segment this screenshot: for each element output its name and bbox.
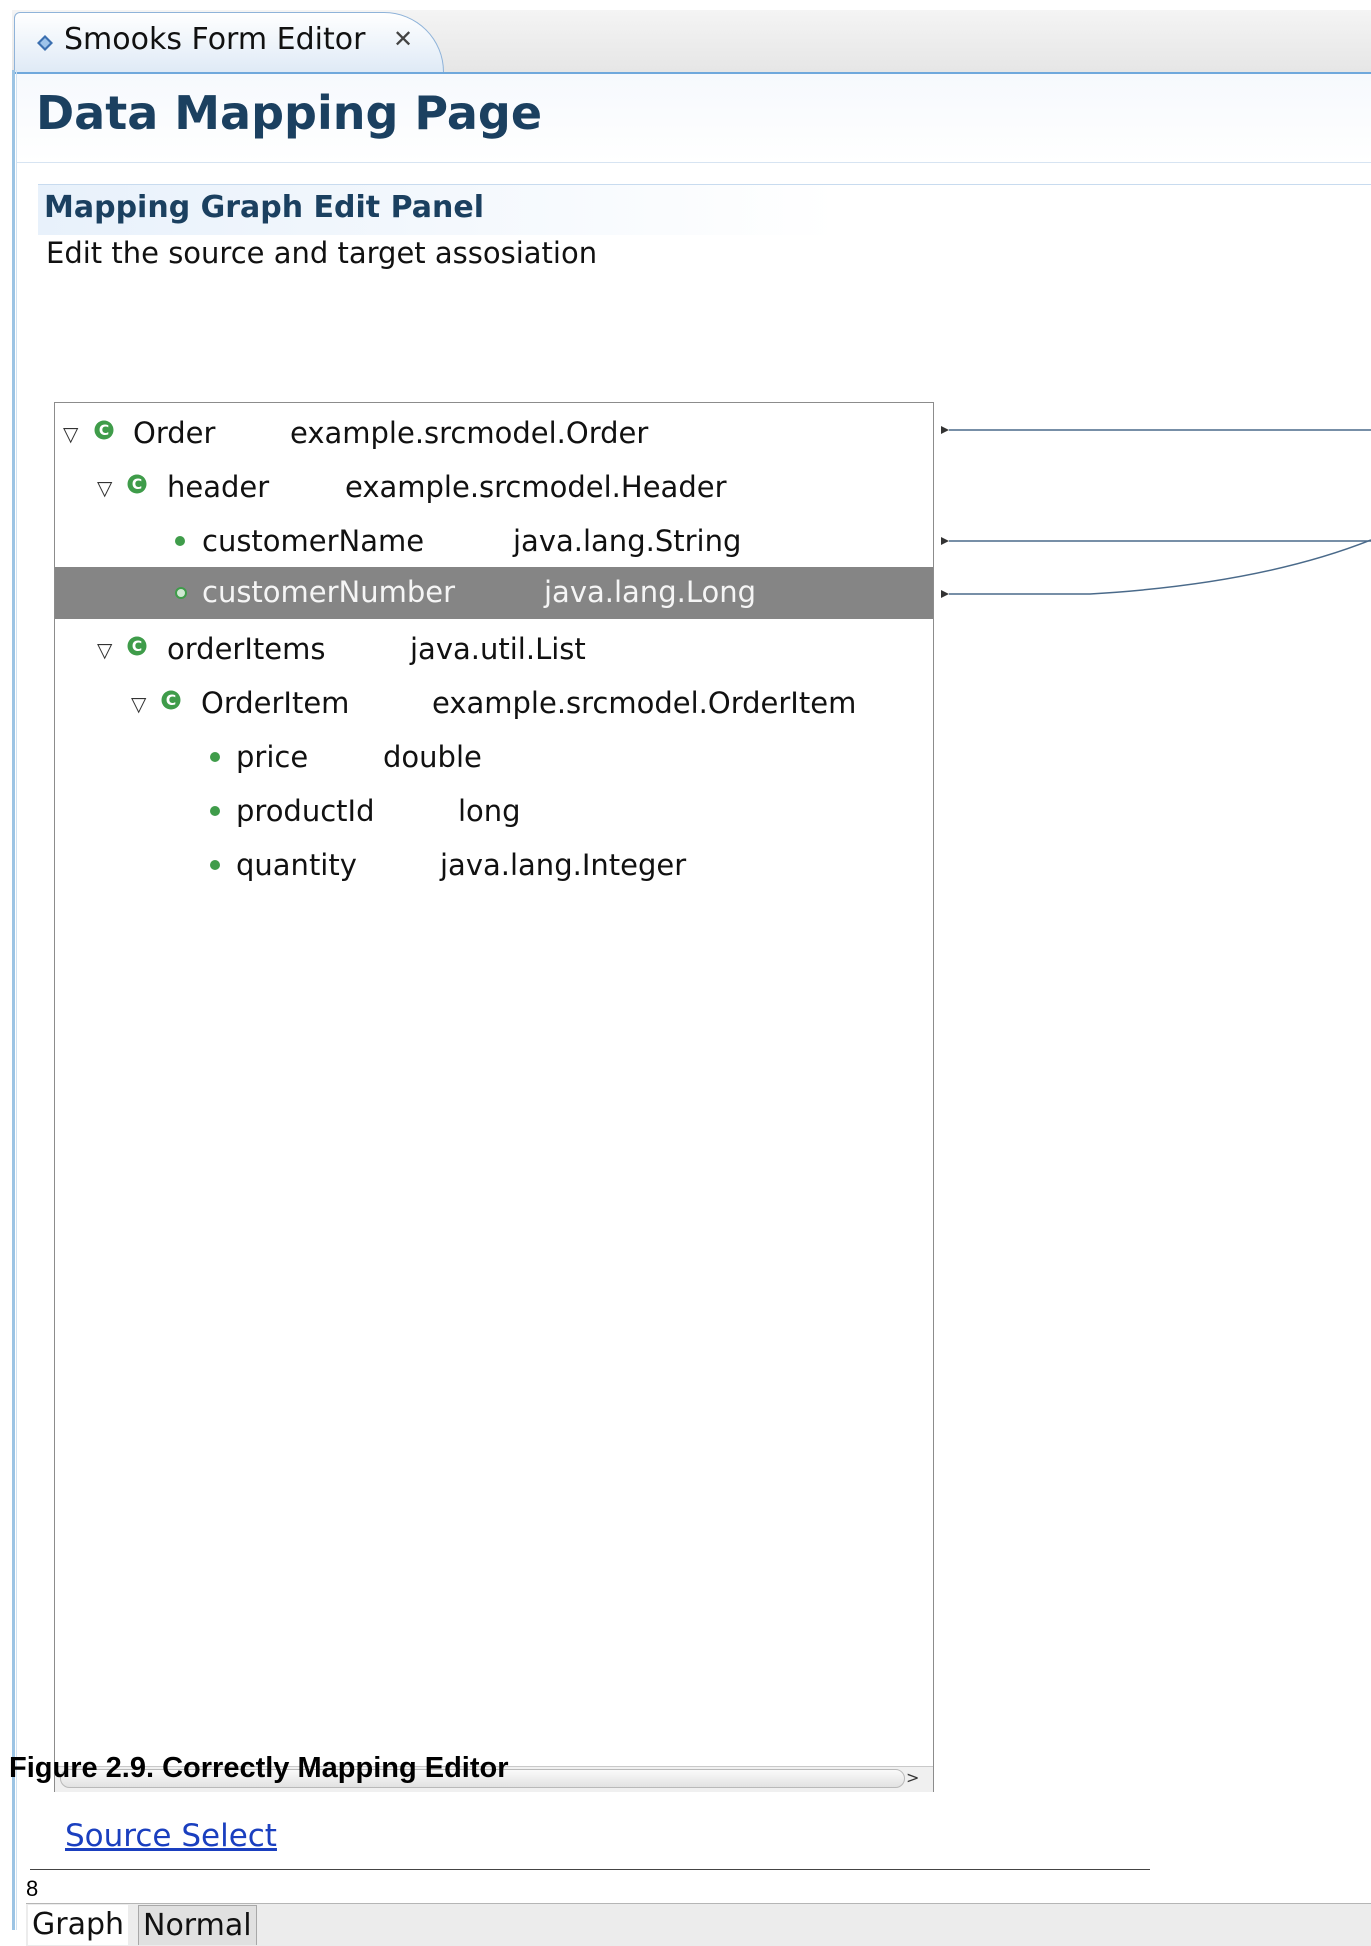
- field-icon: [210, 752, 220, 762]
- tree-node-type: java.lang.String: [513, 524, 742, 558]
- svg-text:C: C: [99, 423, 109, 439]
- tree-row-orderitem[interactable]: ▽ C OrderItem example.srcmodel.OrderItem: [55, 678, 933, 730]
- tree-row-productid[interactable]: productId long: [55, 786, 933, 838]
- connection-order[interactable]: [941, 426, 1371, 434]
- smooks-editor-icon: [37, 35, 53, 51]
- tree-node-type: example.srcmodel.OrderItem: [432, 686, 857, 720]
- source-select-link[interactable]: Source Select: [65, 1818, 277, 1854]
- svg-text:C: C: [132, 477, 142, 493]
- footer-divider: [30, 1869, 1150, 1870]
- section-title: Mapping Graph Edit Panel: [44, 190, 484, 225]
- tree-node-name: orderItems: [167, 632, 326, 666]
- tree-row-quantity[interactable]: quantity java.lang.Integer: [55, 840, 933, 892]
- tree-node-type: java.lang.Integer: [440, 848, 687, 882]
- tree-row-header[interactable]: ▽ C header example.srcmodel.Header: [55, 462, 933, 514]
- tree-row-customername[interactable]: customerName java.lang.String: [55, 516, 933, 568]
- class-icon: C: [127, 474, 147, 494]
- svg-text:C: C: [166, 693, 176, 709]
- figure-caption: Figure 2.9. Correctly Mapping Editor: [9, 1752, 509, 1784]
- connection-customername[interactable]: [941, 537, 1371, 545]
- page-title: Data Mapping Page: [36, 86, 543, 140]
- expand-triangle-icon[interactable]: ▽: [97, 476, 112, 500]
- tree-node-type: double: [383, 740, 482, 774]
- class-icon: C: [94, 420, 114, 440]
- tree-node-name: quantity: [236, 848, 357, 882]
- close-icon[interactable]: ✕: [393, 25, 413, 53]
- tab-graph[interactable]: Graph: [28, 1905, 129, 1945]
- field-icon: [175, 536, 185, 546]
- field-icon: [210, 860, 220, 870]
- tree-node-type: example.srcmodel.Order: [290, 416, 649, 450]
- editor-tab-label: Smooks Form Editor: [64, 22, 366, 57]
- expand-triangle-icon[interactable]: ▽: [97, 638, 112, 662]
- tree-node-name: customerNumber: [202, 575, 456, 609]
- tree-node-name: header: [167, 470, 270, 504]
- connection-customernumber[interactable]: [941, 539, 1371, 598]
- svg-text:C: C: [132, 639, 142, 655]
- field-icon: [175, 587, 187, 599]
- tree-row-orderitems[interactable]: ▽ C orderItems java.util.List: [55, 624, 933, 676]
- tree-node-type: example.srcmodel.Header: [345, 470, 727, 504]
- tree-row-customernumber[interactable]: customerNumber java.lang.Long: [55, 567, 933, 619]
- tree-node-name: OrderItem: [201, 686, 350, 720]
- class-icon: C: [161, 690, 181, 710]
- tree-node-name: Order: [133, 416, 216, 450]
- section-description: Edit the source and target assosiation: [46, 236, 598, 270]
- tree-node-type: java.lang.Long: [544, 575, 756, 609]
- tree-node-name: customerName: [202, 524, 425, 558]
- tree-node-name: productId: [236, 794, 375, 828]
- mapping-connections: [941, 426, 1371, 598]
- field-icon: [210, 806, 220, 816]
- tree-row-order[interactable]: ▽ C Order example.srcmodel.Order: [55, 408, 933, 460]
- tree-node-name: price: [236, 740, 309, 774]
- scroll-right-arrow-icon[interactable]: >: [906, 1768, 919, 1787]
- tree-node-type: java.util.List: [410, 632, 586, 666]
- tab-normal[interactable]: Normal: [138, 1905, 257, 1945]
- class-icon: C: [127, 636, 147, 656]
- expand-triangle-icon[interactable]: ▽: [63, 422, 78, 446]
- expand-triangle-icon[interactable]: ▽: [131, 692, 146, 716]
- editor-left-border-highlight: [16, 70, 17, 1930]
- tree-node-type: long: [458, 794, 521, 828]
- page-number: 8: [26, 1876, 39, 1901]
- editor-left-border: [12, 70, 15, 1930]
- tree-row-price[interactable]: price double: [55, 732, 933, 784]
